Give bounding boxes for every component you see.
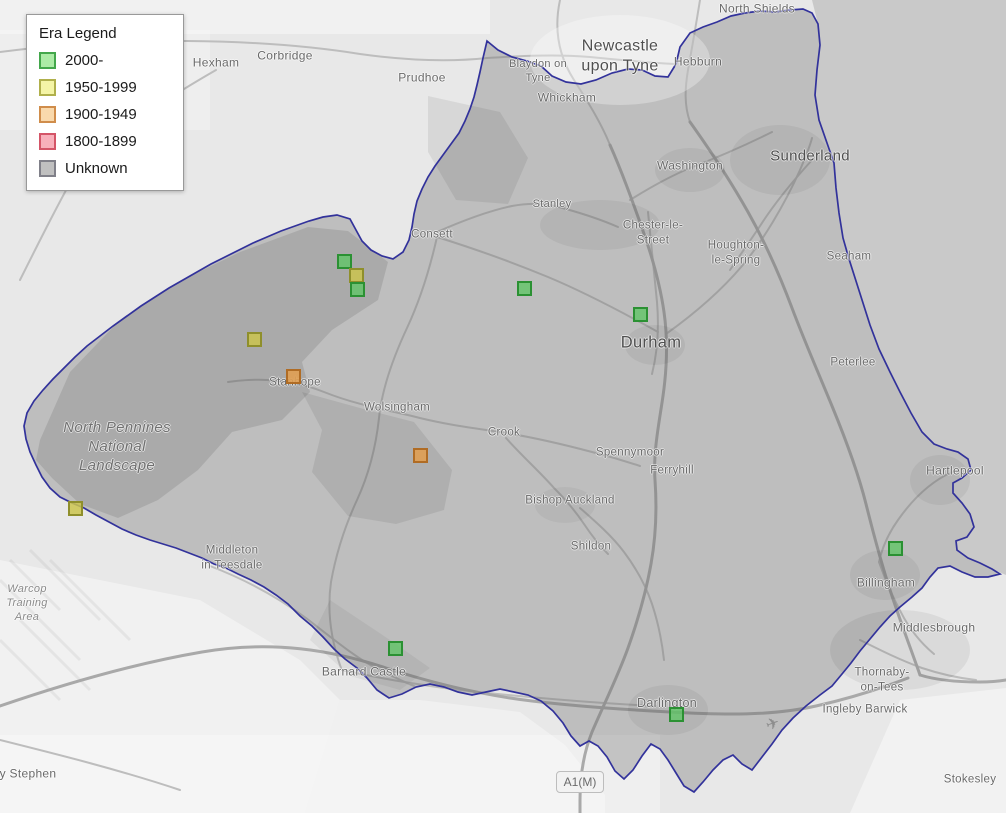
legend-swatch-icon — [39, 79, 56, 96]
legend-items: 2000- 1950-1999 1900-1949 1800-1899 Unknown — [39, 52, 171, 177]
legend-swatch-icon — [39, 52, 56, 69]
era-marker-era2000[interactable] — [388, 641, 403, 656]
road-shield-label: A1(M) — [564, 775, 597, 789]
legend-title: Era Legend — [39, 25, 171, 42]
legend-item-label: 1800-1899 — [65, 133, 137, 150]
era-legend: Era Legend 2000- 1950-1999 1900-1949 1800-1… — [26, 14, 184, 191]
era-marker-era1900[interactable] — [413, 448, 428, 463]
legend-swatch-icon — [39, 160, 56, 177]
legend-swatch-icon — [39, 106, 56, 123]
legend-item-unknown: Unknown — [39, 160, 171, 177]
era-marker-era1950[interactable] — [349, 268, 364, 283]
legend-item-label: 1900-1949 — [65, 106, 137, 123]
map[interactable]: North ShieldsNewcastleupon TyneHexhamCor… — [0, 0, 1006, 813]
era-marker-era1950[interactable] — [68, 501, 83, 516]
era-marker-era2000[interactable] — [350, 282, 365, 297]
era-marker-era2000[interactable] — [337, 254, 352, 269]
road-shield-a1m: A1(M) — [556, 771, 604, 793]
legend-item-label: Unknown — [65, 160, 128, 177]
legend-swatch-icon — [39, 133, 56, 150]
era-marker-era1950[interactable] — [247, 332, 262, 347]
legend-item-label: 1950-1999 — [65, 79, 137, 96]
legend-item-2000: 2000- — [39, 52, 171, 69]
era-marker-era2000[interactable] — [517, 281, 532, 296]
legend-item-1900-1949: 1900-1949 — [39, 106, 171, 123]
legend-item-label: 2000- — [65, 52, 103, 69]
era-marker-era2000[interactable] — [633, 307, 648, 322]
era-marker-era2000[interactable] — [669, 707, 684, 722]
legend-item-1800-1899: 1800-1899 — [39, 133, 171, 150]
era-marker-era2000[interactable] — [888, 541, 903, 556]
era-marker-era1900[interactable] — [286, 369, 301, 384]
legend-item-1950-1999: 1950-1999 — [39, 79, 171, 96]
